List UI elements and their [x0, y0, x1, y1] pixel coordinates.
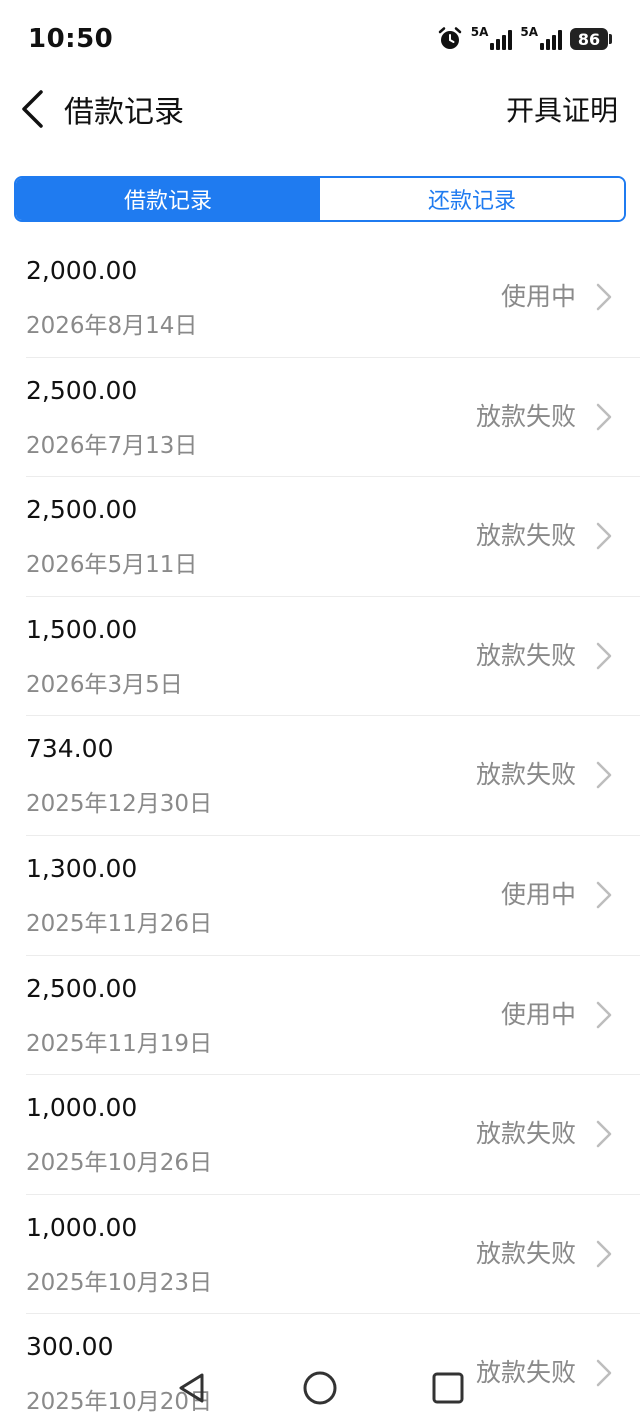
chevron-left-icon — [22, 90, 43, 128]
record-amount: 2,500.00 — [26, 495, 138, 525]
record-amount: 1,000.00 — [26, 1212, 138, 1242]
record-status: 放款失败 — [475, 760, 576, 790]
chevron-right-icon — [596, 1120, 612, 1148]
screen: 10:50 5A 5A 86 借款记录 开具证明 借款记录 还款记录 2,000… — [0, 0, 640, 1416]
chevron-right-icon — [596, 283, 612, 311]
list-item[interactable]: 1,300.00 2025年11月26日 使用中 — [26, 836, 640, 956]
chevron-right-icon — [596, 762, 612, 789]
list-item[interactable]: 2,500.00 2025年11月19日 使用中 — [26, 956, 640, 1076]
list-item[interactable]: 2,500.00 2026年7月13日 放款失败 — [26, 358, 640, 478]
status-time: 10:50 — [28, 24, 114, 54]
record-tabs: 借款记录 还款记录 — [14, 176, 626, 222]
record-date: 2025年11月26日 — [26, 910, 213, 937]
record-amount: 2,500.00 — [26, 375, 138, 405]
record-amount: 2,000.00 — [26, 256, 138, 285]
record-status: 使用中 — [500, 879, 576, 909]
list-item[interactable]: 1,500.00 2026年3月5日 放款失败 — [26, 597, 640, 717]
record-status: 放款失败 — [475, 640, 576, 670]
battery-level: 86 — [570, 28, 608, 50]
app-header: 借款记录 开具证明 — [0, 78, 640, 140]
status-bar: 10:50 5A 5A 86 — [0, 0, 640, 78]
record-date: 2026年5月11日 — [26, 552, 198, 579]
chevron-right-icon — [596, 1240, 612, 1267]
list-item[interactable]: 2,000.00 2026年8月14日 使用中 — [26, 238, 640, 358]
record-amount: 1,000.00 — [26, 1093, 138, 1123]
triangle-back-icon — [179, 1373, 204, 1403]
record-date: 2025年12月30日 — [26, 791, 213, 818]
issue-certificate-button[interactable]: 开具证明 — [506, 89, 618, 129]
chevron-right-icon — [596, 522, 612, 550]
record-date: 2026年8月14日 — [26, 313, 198, 339]
system-nav-bar — [0, 1360, 640, 1416]
signal-bars-icon — [490, 28, 513, 50]
square-recents-icon — [432, 1372, 464, 1404]
record-status: 放款失败 — [475, 521, 576, 551]
record-status: 放款失败 — [475, 1119, 576, 1149]
record-amount: 1,500.00 — [26, 614, 138, 644]
network-type-1: 5A — [470, 25, 489, 39]
loan-record-list: 2,000.00 2026年8月14日 使用中 2,500.00 2026年7月… — [0, 238, 640, 1416]
list-item[interactable]: 2,500.00 2026年5月11日 放款失败 — [26, 477, 640, 597]
record-date: 2025年11月19日 — [26, 1030, 213, 1057]
tab-loan-records[interactable]: 借款记录 — [16, 178, 320, 220]
status-icons: 5A 5A 86 — [437, 26, 612, 52]
battery-indicator: 86 — [570, 28, 612, 50]
header-left: 借款记录 — [18, 87, 184, 131]
record-date: 2026年7月13日 — [26, 432, 198, 459]
chevron-right-icon — [596, 1001, 612, 1028]
alarm-icon — [437, 26, 463, 52]
record-status: 使用中 — [500, 999, 576, 1029]
record-date: 2025年10月26日 — [26, 1150, 213, 1177]
record-amount: 300.00 — [26, 1332, 114, 1362]
circle-home-icon — [303, 1371, 337, 1405]
signal-group-2: 5A — [520, 25, 562, 50]
list-item[interactable]: 734.00 2025年12月30日 放款失败 — [26, 716, 640, 836]
list-item[interactable]: 1,000.00 2025年10月26日 放款失败 — [26, 1075, 640, 1195]
nav-home-button[interactable] — [300, 1368, 340, 1408]
signal-group-1: 5A — [470, 25, 513, 50]
record-date: 2026年3月5日 — [26, 671, 183, 698]
chevron-right-icon — [596, 642, 612, 670]
chevron-right-icon — [596, 403, 612, 430]
record-amount: 2,500.00 — [26, 973, 138, 1003]
tab-repayment-records[interactable]: 还款记录 — [320, 178, 624, 220]
network-type-2: 5A — [520, 25, 538, 39]
back-button[interactable] — [18, 87, 46, 131]
record-status: 放款失败 — [475, 401, 576, 431]
record-amount: 734.00 — [26, 734, 114, 764]
record-amount: 1,300.00 — [26, 853, 138, 883]
battery-tip — [609, 34, 612, 44]
chevron-right-icon — [596, 881, 612, 909]
nav-recents-button[interactable] — [428, 1368, 468, 1408]
nav-back-button[interactable] — [172, 1368, 212, 1408]
record-status: 放款失败 — [475, 1238, 576, 1268]
record-date: 2025年10月23日 — [26, 1269, 213, 1296]
signal-bars-icon — [540, 28, 562, 50]
page-title: 借款记录 — [64, 95, 184, 130]
list-item[interactable]: 1,000.00 2025年10月23日 放款失败 — [26, 1195, 640, 1315]
record-status: 使用中 — [500, 282, 576, 311]
